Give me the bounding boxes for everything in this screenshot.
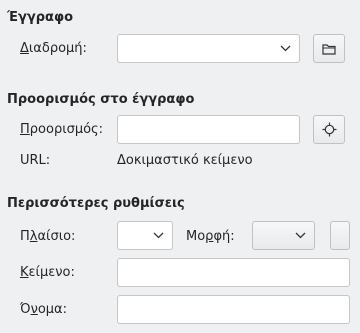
target-label-rest: ροορισμός: (29, 122, 104, 137)
text-label-rest: είμενο: (28, 265, 75, 280)
chevron-down-icon (280, 45, 291, 52)
frame-label-after: αίσιο: (37, 229, 76, 244)
text-label-mnemonic: Κ (20, 265, 29, 280)
chevron-down-icon (153, 232, 164, 239)
path-label-mnemonic: Δ (20, 41, 29, 56)
text-input[interactable] (117, 258, 350, 287)
text-label: Κείμενο: (20, 265, 75, 280)
target-label: Προορισμός: (20, 122, 103, 137)
name-label-mnemonic: ν (30, 302, 38, 317)
frame-combobox[interactable] (117, 221, 173, 250)
format-combobox[interactable] (252, 221, 315, 250)
document-section-title: Έγγραφο (7, 10, 74, 25)
folder-icon (322, 43, 336, 55)
path-combobox[interactable] (117, 34, 300, 63)
frame-label: Πλαίσιο: (20, 229, 75, 244)
path-label-rest: ιαδρομή: (28, 41, 87, 56)
name-input[interactable] (117, 295, 350, 324)
crosshair-icon (322, 122, 337, 137)
target-section-title: Προορισμός στο έγγραφο (7, 92, 195, 107)
format-label-after: φή: (213, 229, 235, 244)
target-label-mnemonic: Π (20, 122, 30, 137)
name-label: Όνομα: (20, 302, 67, 317)
chevron-down-icon (295, 232, 306, 239)
events-button[interactable] (330, 221, 350, 250)
format-label-before: Μο (186, 229, 206, 244)
target-input[interactable] (117, 115, 300, 144)
url-value: Δοκιμαστικό κείμενο (117, 153, 253, 168)
path-label: Διαδρομή: (20, 41, 87, 56)
name-label-after: ομα: (37, 302, 68, 317)
frame-label-before: Π (20, 229, 30, 244)
open-file-button[interactable] (313, 34, 345, 63)
name-label-before: Ό (20, 302, 31, 317)
more-settings-title: Περισσότερες ρυθμίσεις (7, 196, 185, 211)
target-picker-button[interactable] (313, 115, 345, 144)
url-label: URL: (20, 153, 51, 168)
format-label: Μορφή: (186, 229, 235, 244)
